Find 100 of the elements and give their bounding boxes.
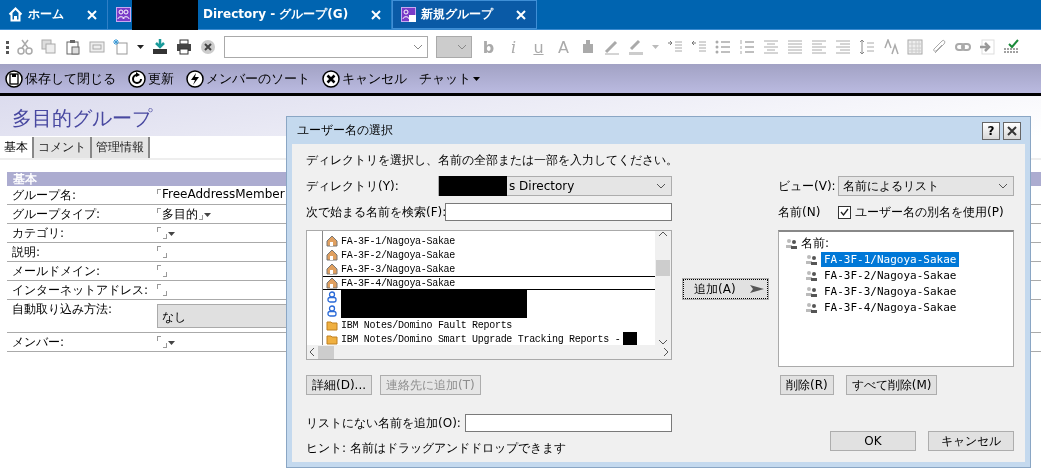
details-button[interactable]: 詳細(D)...: [306, 375, 373, 395]
field-value[interactable]: FreeAddressMember: [162, 187, 285, 201]
field-label: メールドメイン:: [11, 263, 102, 280]
chevron-icon: [457, 44, 467, 50]
action-button[interactable]: キャンセル: [322, 69, 407, 88]
pencil-icon[interactable]: [604, 39, 620, 55]
close-icon[interactable]: [87, 9, 97, 20]
field-label: メンバー:: [11, 334, 66, 351]
form-tab[interactable]: コメント: [34, 137, 92, 158]
close-button[interactable]: [1003, 121, 1021, 140]
bracket-icon: [199, 215, 203, 220]
list-item[interactable]: IBM Notes/Domino Smart Upgrade Tracking Reports -: [323, 332, 655, 345]
field-label: 自動取り込み方法:: [11, 301, 114, 318]
folder-icon: [326, 319, 338, 331]
text-style-icon[interactable]: [883, 39, 899, 55]
chevron-icon: [998, 183, 1008, 189]
person-icon: [326, 305, 338, 317]
caret-icon[interactable]: [137, 45, 144, 49]
selected-names-list[interactable]: 名前: FA-3F-1/Nagoya-Sakae FA-3F-2/Nagoya-Sakae FA-3F-3/Nagoya-Sakae FA-3F-4/Nagoya-Sakae: [778, 230, 1014, 367]
people-icon: [785, 237, 797, 249]
list-item[interactable]: FA-3F-4/Nagoya-Sakae: [323, 276, 655, 290]
list-item[interactable]: FA-3F-3/Nagoya-Sakae: [323, 262, 655, 276]
download-icon[interactable]: [152, 39, 168, 55]
close-icon[interactable]: [371, 9, 382, 20]
field-label: 説明:: [11, 244, 42, 261]
add-button[interactable]: 追加(A): [683, 279, 768, 299]
cancel-button[interactable]: キャンセル: [928, 431, 1014, 451]
tree-item[interactable]: FA-3F-3/Nagoya-Sakae: [821, 283, 960, 299]
scroll-right-icon[interactable]: [664, 348, 669, 356]
scroll-down-icon[interactable]: [659, 340, 667, 345]
tree-item[interactable]: FA-3F-2/Nagoya-Sakae: [821, 267, 960, 283]
clipboard-icon[interactable]: [65, 39, 81, 55]
tab-label: Directory - グループ(G): [203, 6, 349, 23]
scroll-left-icon[interactable]: [309, 348, 314, 356]
font-dropdown[interactable]: [224, 36, 428, 58]
instruction-text: ディレクトリを選択し、名前の全部または一部を入力してください。: [306, 152, 679, 168]
copy-icon[interactable]: [41, 39, 57, 55]
scrollbar-thumb[interactable]: [318, 345, 334, 359]
new-document-icon[interactable]: [113, 39, 129, 55]
list-item[interactable]: FA-3F-2/Nagoya-Sakae: [323, 248, 655, 262]
checkbox[interactable]: [838, 205, 851, 219]
field-label: グループタイプ:: [11, 206, 102, 223]
person-icon: [326, 291, 338, 303]
field-label: リストにない名前を追加(O):: [306, 414, 461, 432]
close-icon: [1007, 125, 1017, 136]
scissors-icon[interactable]: [17, 39, 33, 55]
list-item[interactable]: IBM Notes/Domino Fault Reports: [323, 318, 655, 332]
people-icon: [805, 301, 817, 313]
tree-item[interactable]: FA-3F-1/Nagoya-Sakae: [821, 251, 960, 267]
outdent-icon[interactable]: [691, 39, 707, 55]
action-button[interactable]: 更新: [128, 69, 174, 88]
home-icon: [8, 7, 23, 22]
cancel-icon: [322, 69, 340, 88]
save-icon: [5, 69, 23, 88]
action-button[interactable]: メンバーのソート: [186, 69, 310, 88]
house-icon: [326, 277, 338, 289]
tree-item[interactable]: FA-3F-4/Nagoya-Sakae: [821, 299, 960, 315]
action-button[interactable]: 保存して閉じる: [5, 69, 116, 88]
remove-all-button[interactable]: すべて削除(M): [845, 375, 938, 395]
people-icon: [805, 253, 817, 265]
house-icon: [326, 263, 338, 275]
ok-button[interactable]: OK: [830, 431, 916, 451]
list-item[interactable]: FA-3F-1/Nagoya-Sakae: [323, 234, 655, 248]
arrow-right-icon[interactable]: [979, 39, 995, 55]
close-icon[interactable]: [516, 9, 527, 20]
tab[interactable]: 新規グループ: [392, 0, 538, 29]
name-field[interactable]: [464, 414, 672, 432]
line-spacing-icon[interactable]: [859, 39, 875, 55]
remove-button[interactable]: 削除(R): [780, 375, 834, 395]
caret-icon[interactable]: [204, 213, 211, 217]
paint-bucket-icon[interactable]: [580, 39, 596, 55]
field-value[interactable]: 多目的: [162, 206, 198, 223]
spell-check-icon[interactable]: [1003, 39, 1019, 55]
check-icon: [840, 208, 849, 216]
grip-icon: [6, 40, 9, 54]
directory-dropdown[interactable]: s Directory: [438, 176, 672, 196]
directory-list[interactable]: FA-3F-1/Nagoya-Sakae FA-3F-2/Nagoya-Sakae FA-3F-3/Nagoya-Sakae FA-3F-4/Nagoya-Sakae IBM Notes/Domino Fault Reports IBM Notes/Domino Smart Upgrade Tracking Reports -: [306, 230, 672, 360]
search-field[interactable]: [445, 203, 672, 221]
action-button[interactable]: チャット: [419, 69, 480, 88]
caret-icon[interactable]: [168, 232, 175, 236]
form-title: 多目的グループ: [12, 106, 152, 130]
indent-icon[interactable]: [667, 39, 683, 55]
checkbox-label[interactable]: ユーザー名の別名を使用(P): [855, 203, 1004, 221]
tree-label[interactable]: 名前:: [801, 234, 830, 252]
link-box-icon[interactable]: [89, 39, 105, 55]
house-icon: [326, 235, 338, 247]
help-button[interactable]: ?: [982, 121, 1000, 140]
form-tab[interactable]: 管理情報: [92, 137, 150, 158]
caret-icon[interactable]: [168, 341, 175, 345]
highlighter-icon[interactable]: [628, 39, 644, 55]
numbered-list-icon[interactable]: [739, 39, 755, 55]
hint-text: ヒント: 名前はドラッグアンドドロップできます: [306, 440, 567, 457]
print-icon[interactable]: [176, 39, 192, 55]
stop-icon[interactable]: [200, 39, 216, 55]
field-label: グループ名:: [11, 187, 78, 204]
view-dropdown[interactable]: 名前によるリスト: [838, 176, 1014, 196]
scrollbar-thumb[interactable]: [656, 260, 670, 276]
bullet-list-icon[interactable]: [715, 39, 731, 55]
bracket-icon: [157, 208, 161, 213]
scroll-up-icon[interactable]: [659, 231, 667, 236]
